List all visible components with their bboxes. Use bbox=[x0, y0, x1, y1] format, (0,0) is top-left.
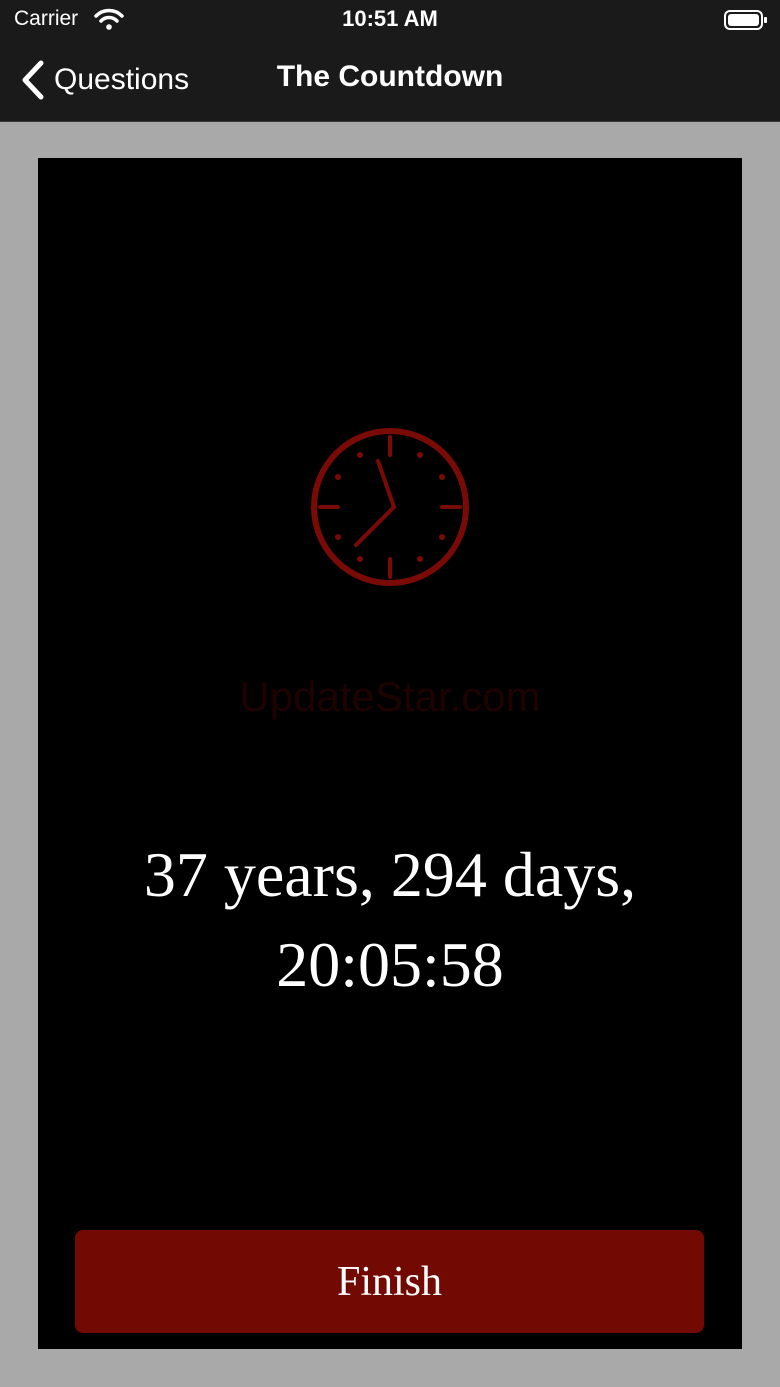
page-title: The Countdown bbox=[276, 60, 504, 93]
status-time: 10:51 AM bbox=[342, 6, 438, 31]
status-bar: Carrier 10:51 AM bbox=[0, 0, 780, 40]
clock-icon bbox=[311, 428, 469, 586]
battery-icon bbox=[724, 10, 767, 30]
finish-button[interactable]: Finish bbox=[75, 1230, 704, 1333]
watermark: UpdateStar.com bbox=[239, 673, 541, 720]
countdown-panel: UpdateStar.com 37 years, 294 days, 20:05… bbox=[38, 158, 742, 1349]
countdown-time: 20:05:58 bbox=[276, 929, 504, 1000]
countdown-duration: 37 years, 294 days, bbox=[143, 839, 637, 910]
navigation-bar: Questions The Countdown bbox=[0, 40, 780, 122]
countdown-display: 37 years, 294 days, 20:05:58 bbox=[58, 830, 722, 1010]
